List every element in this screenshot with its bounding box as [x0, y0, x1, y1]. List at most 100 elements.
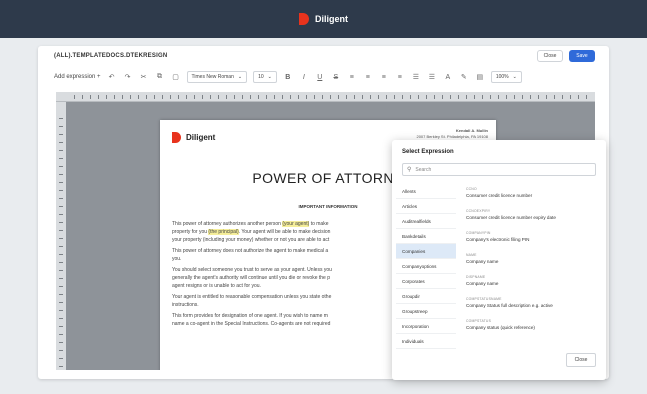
text-run: to make [309, 221, 329, 227]
highlighted-expression[interactable]: (the principal) [208, 229, 239, 235]
page-logo: Diligent [172, 132, 215, 143]
select-expression-popup: Select Expression ⚲ Search Allents Artic… [392, 140, 606, 380]
text-run: property for you [172, 229, 209, 235]
chevron-down-icon: ⌄ [237, 74, 243, 80]
horizontal-ruler [56, 92, 595, 102]
expression-item[interactable]: NAME Company name [466, 250, 598, 272]
ruler-ticks [74, 95, 589, 99]
document-icon[interactable]: ▤ [475, 73, 485, 81]
bullet-list-icon[interactable]: ☰ [411, 73, 421, 81]
popup-close-button[interactable]: Close [566, 353, 596, 367]
expression-item[interactable]: COMPANYPIN Company's electronic filing P… [466, 228, 598, 250]
zoom-value: 100% [495, 74, 509, 80]
category-item[interactable]: Allents [396, 184, 456, 199]
align-left-icon[interactable]: ≡ [347, 74, 357, 81]
font-size-value: 10 [258, 74, 264, 80]
strikethrough-icon[interactable]: S [331, 74, 341, 81]
text-run: . Your agent will be able to make decisi… [238, 229, 331, 235]
text-run: you. [172, 256, 182, 262]
diligent-logo-icon [299, 13, 309, 25]
category-item[interactable]: Groupdir [396, 289, 456, 304]
brand-name: Diligent [315, 14, 348, 24]
page-logo-text: Diligent [186, 133, 216, 142]
text-run: your property (including your money) whe… [172, 237, 330, 243]
expression-code: DISPNAME [466, 275, 486, 279]
text-run: agent resigns or is unable to act for yo… [172, 283, 261, 289]
italic-icon[interactable]: I [299, 74, 309, 81]
expression-item[interactable]: COMPSTATUSNAME Company Status full descr… [466, 294, 598, 316]
redo-icon[interactable]: ↷ [123, 73, 133, 81]
app-header: Diligent [0, 0, 647, 38]
expression-code: CCNOEXPIRY [466, 209, 491, 213]
text-run: You should select someone you trust to s… [172, 267, 332, 273]
expression-item[interactable]: CCNOEXPIRY Consumer credit licence numbe… [466, 206, 598, 228]
expression-item[interactable]: CCNO Consumer credit licence number [466, 184, 598, 206]
category-item[interactable]: Articles [396, 199, 456, 214]
numbered-list-icon[interactable]: ☰ [427, 73, 437, 81]
category-item[interactable]: Corporates [396, 274, 456, 289]
category-item[interactable]: Companyoptions [396, 259, 456, 274]
expression-description: Consumer credit licence number [466, 193, 533, 198]
category-item[interactable]: Auditrealfields [396, 214, 456, 229]
add-expression-button[interactable]: Add expression + [54, 74, 101, 80]
text-run: name a co-agent in the Special Instructi… [172, 321, 331, 327]
text-run: This power of attorney authorizes anothe… [172, 221, 283, 227]
font-family-select[interactable]: Times New Roman ⌄ [186, 71, 248, 83]
search-icon: ⚲ [407, 167, 412, 173]
vertical-ruler-ticks [59, 118, 63, 368]
search-input[interactable]: ⚲ Search [402, 163, 596, 176]
expression-description: Consumer credit licence number expiry da… [466, 215, 556, 220]
text-run: This form provides for designation of on… [172, 313, 328, 319]
title-row: (ALL).TEMPLATEDOCS.DTEKRESIGN [38, 46, 609, 66]
expression-description: Company's electronic filing PIN [466, 237, 530, 242]
bold-icon[interactable]: B [283, 74, 293, 81]
expression-code: COMPANYPIN [466, 231, 491, 235]
chevron-down-icon: ⌄ [512, 74, 517, 80]
expression-code: COMPSTATUSNAME [466, 297, 502, 301]
page-address: Kendall A. Mullin 2007 Berkley St. Phila… [416, 128, 488, 140]
category-item[interactable]: Incorporation [396, 319, 456, 334]
expression-code: CCNO [466, 187, 477, 191]
highlight-icon[interactable]: ✎ [459, 73, 469, 81]
search-placeholder: Search [415, 166, 432, 173]
category-item-active[interactable]: Companies [396, 244, 456, 259]
category-item[interactable]: Groupstreep [396, 304, 456, 319]
align-right-icon[interactable]: ≡ [379, 74, 389, 81]
font-size-select[interactable]: 10 ⌄ [253, 71, 277, 83]
chevron-down-icon: ⌄ [267, 74, 272, 80]
text-color-icon[interactable]: A [443, 74, 453, 81]
expression-description: Company Status full description e.g. act… [466, 303, 553, 308]
category-list: Allents Articles Auditrealfields Bankdet… [396, 184, 456, 349]
text-run: This power of attorney does not authoriz… [172, 248, 329, 254]
paste-icon[interactable]: ▢ [171, 73, 181, 81]
save-button[interactable]: Save [569, 50, 595, 62]
document-title: (ALL).TEMPLATEDOCS.DTEKRESIGN [54, 53, 168, 59]
cut-icon[interactable]: ✂ [139, 73, 149, 81]
undo-icon[interactable]: ↶ [107, 73, 117, 81]
highlighted-expression[interactable]: (your agent) [282, 221, 310, 227]
expression-code: NAME [466, 253, 477, 257]
category-item[interactable]: Bankdetails [396, 229, 456, 244]
expression-description: Company name [466, 259, 499, 264]
format-toolbar: Add expression + ↶ ↷ ✂ ⧉ ▢ Times New Rom… [38, 68, 609, 86]
expression-description: Company status (quick reference) [466, 325, 535, 330]
expression-item[interactable]: COMPSTATUS Company status (quick referen… [466, 316, 598, 338]
expression-description: Company name [466, 281, 499, 286]
copy-icon[interactable]: ⧉ [155, 73, 165, 81]
text-run: instructions. [172, 302, 199, 308]
text-run: Your agent is entitled to reasonable com… [172, 294, 332, 300]
diligent-logo-icon [172, 132, 181, 143]
category-item[interactable]: Individuals [396, 334, 456, 349]
zoom-select[interactable]: 100% ⌄ [490, 71, 522, 83]
close-button[interactable]: Close [537, 50, 563, 62]
justify-icon[interactable]: ≡ [395, 74, 405, 81]
align-center-icon[interactable]: ≡ [363, 74, 373, 81]
text-run: generally the agent's authority will con… [172, 275, 330, 281]
font-family-value: Times New Roman [191, 74, 234, 80]
expression-code: COMPSTATUS [466, 319, 492, 323]
popup-title: Select Expression [402, 149, 454, 155]
expression-item[interactable]: DISPNAME Company name [466, 272, 598, 294]
expression-list: CCNO Consumer credit licence number CCNO… [466, 184, 598, 338]
vertical-ruler [56, 102, 66, 370]
underline-icon[interactable]: U [315, 74, 325, 81]
